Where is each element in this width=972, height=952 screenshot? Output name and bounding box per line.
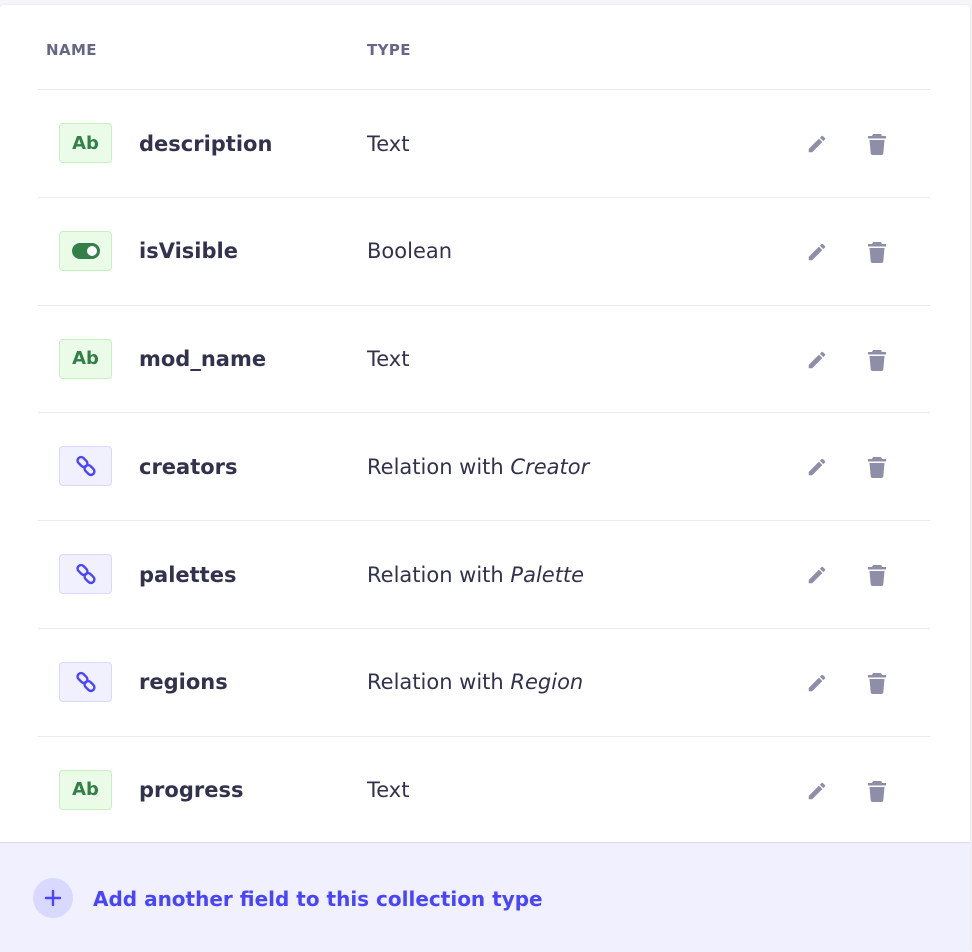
- row-actions: [798, 629, 918, 736]
- edit-field-button[interactable]: [802, 776, 832, 806]
- field-type: Text: [367, 90, 409, 197]
- field-name: isVisible: [139, 239, 238, 264]
- trash-icon: [868, 672, 886, 694]
- text-type-icon: Ab: [72, 132, 99, 154]
- relation-target: Creator: [510, 454, 590, 479]
- field-type: Text: [367, 737, 409, 844]
- edit-field-button[interactable]: [802, 560, 832, 590]
- field-row-creators[interactable]: creators Relation with Creator: [38, 413, 930, 522]
- field-type-label: Text: [367, 347, 410, 372]
- field-type-label: Text: [367, 778, 410, 803]
- text-type-badge: Ab: [59, 123, 112, 163]
- row-actions: [798, 737, 918, 844]
- field-row-regions[interactable]: regions Relation with Region: [38, 629, 930, 737]
- pencil-icon: [808, 782, 826, 800]
- delete-field-button[interactable]: [862, 237, 892, 267]
- fields-list: Ab description Text isVisible Boolean Ab mod_n…: [38, 90, 930, 845]
- text-type-icon: Ab: [72, 779, 99, 801]
- add-field-button[interactable]: [33, 878, 73, 918]
- link-icon: [75, 671, 96, 693]
- field-type-label: Boolean: [367, 239, 453, 264]
- row-actions: [798, 413, 918, 520]
- relation-target: Palette: [510, 562, 585, 587]
- plus-icon: [44, 889, 62, 907]
- trash-icon: [868, 780, 886, 802]
- text-type-icon: Ab: [72, 348, 99, 370]
- trash-icon: [868, 457, 886, 479]
- edit-field-button[interactable]: [802, 452, 832, 482]
- field-type-label: Relation with: [367, 454, 511, 479]
- field-name: description: [139, 131, 273, 156]
- row-actions: [798, 306, 918, 413]
- delete-field-button[interactable]: [862, 776, 892, 806]
- column-header-name: NAME: [46, 41, 97, 59]
- relation-target: Region: [510, 670, 584, 695]
- field-row-mod-name[interactable]: Ab mod_name Text: [38, 306, 930, 414]
- delete-field-button[interactable]: [862, 452, 892, 482]
- delete-field-button[interactable]: [862, 668, 892, 698]
- pencil-icon: [808, 135, 826, 153]
- field-row-progress[interactable]: Ab progress Text: [38, 737, 930, 845]
- field-name: creators: [139, 454, 238, 479]
- field-type: Relation with Region: [367, 629, 583, 736]
- link-icon: [75, 564, 96, 585]
- edit-field-button[interactable]: [802, 129, 832, 159]
- trash-icon: [868, 134, 886, 155]
- field-row-isvisible[interactable]: isVisible Boolean: [38, 198, 930, 306]
- field-name: progress: [139, 778, 244, 803]
- delete-field-button[interactable]: [862, 560, 892, 590]
- trash-icon: [868, 349, 886, 371]
- field-type: Relation with Palette: [367, 521, 584, 628]
- row-actions: [798, 90, 918, 197]
- field-type: Boolean: [367, 198, 452, 305]
- field-name: regions: [139, 670, 228, 695]
- field-name: mod_name: [139, 347, 267, 372]
- edit-field-button[interactable]: [802, 668, 832, 698]
- field-type: Text: [367, 306, 409, 413]
- row-actions: [798, 198, 918, 305]
- row-actions: [798, 521, 918, 628]
- toggle-icon: [71, 242, 100, 259]
- pencil-icon: [808, 243, 826, 261]
- link-icon: [75, 456, 96, 477]
- text-type-badge: Ab: [59, 338, 112, 379]
- relation-type-badge: [59, 446, 112, 487]
- pencil-icon: [808, 674, 826, 692]
- field-type: Relation with Creator: [367, 413, 589, 520]
- edit-field-button[interactable]: [802, 237, 832, 267]
- boolean-type-badge: [59, 230, 112, 271]
- pencil-icon: [808, 459, 826, 476]
- field-type-label: Relation with: [367, 670, 511, 695]
- trash-icon: [868, 565, 886, 587]
- edit-field-button[interactable]: [802, 345, 832, 375]
- column-header-type: TYPE: [367, 41, 411, 59]
- delete-field-button[interactable]: [862, 345, 892, 375]
- field-row-palettes[interactable]: palettes Relation with Palette: [38, 521, 930, 629]
- add-field-footer[interactable]: Add another field to this collection typ…: [0, 842, 970, 952]
- field-type-label: Text: [367, 131, 410, 156]
- relation-type-badge: [59, 554, 112, 595]
- pencil-icon: [808, 351, 826, 368]
- relation-type-badge: [59, 661, 112, 702]
- trash-icon: [868, 241, 886, 263]
- table-header: NAME TYPE: [38, 5, 930, 90]
- text-type-badge: Ab: [59, 769, 112, 810]
- field-type-label: Relation with: [367, 562, 511, 587]
- fields-table-card: NAME TYPE Ab description Text isVisible Bool…: [0, 5, 970, 952]
- field-row-description[interactable]: Ab description Text: [38, 90, 930, 198]
- field-name: palettes: [139, 562, 237, 587]
- add-field-label[interactable]: Add another field to this collection typ…: [93, 887, 543, 911]
- delete-field-button[interactable]: [862, 129, 892, 159]
- pencil-icon: [808, 566, 826, 584]
